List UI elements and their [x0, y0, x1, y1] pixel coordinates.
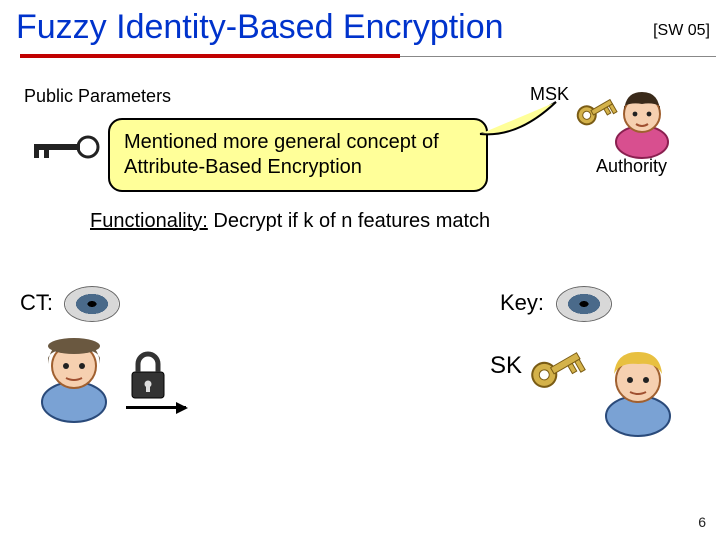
callout-box: Mentioned more general concept of Attrib…	[108, 118, 488, 192]
key-label: Key:	[500, 290, 544, 316]
lock-icon	[126, 350, 170, 407]
ct-label: CT:	[20, 290, 53, 316]
callout-text: Mentioned more general concept of Attrib…	[124, 131, 439, 178]
sender-avatar-icon	[32, 330, 116, 429]
authority-avatar-icon	[610, 86, 674, 165]
title-underline-thin	[400, 56, 716, 57]
arrow-icon	[126, 406, 186, 409]
citation: [SW 05]	[653, 22, 710, 40]
sk-label: SK	[490, 352, 522, 380]
functionality-line: Functionality: Decrypt if k of n feature…	[90, 210, 490, 233]
biometric-eye-ct-icon	[64, 286, 120, 322]
public-parameters-label: Public Parameters	[24, 86, 171, 107]
slide-title: Fuzzy Identity-Based Encryption	[16, 8, 504, 46]
biometric-eye-key-icon	[556, 286, 612, 322]
functionality-text: Decrypt if k of n features match	[208, 210, 490, 232]
authority-label: Authority	[596, 156, 667, 177]
functionality-underlined: Functionality:	[90, 210, 208, 232]
title-underline	[20, 54, 400, 58]
receiver-avatar-icon	[596, 344, 680, 443]
page-number: 6	[698, 514, 706, 530]
key-icon	[30, 132, 100, 167]
